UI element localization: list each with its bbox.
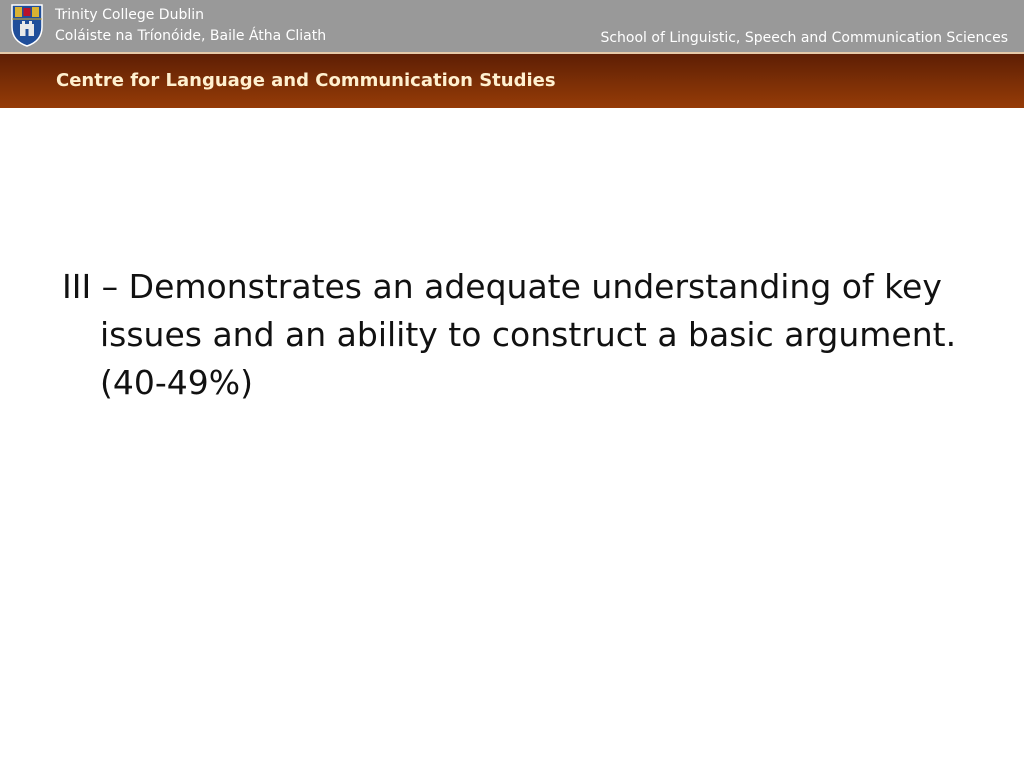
school-name: School of Linguistic, Speech and Communi… xyxy=(600,30,1008,46)
college-name-english: Trinity College Dublin xyxy=(55,7,205,23)
centre-banner: Centre for Language and Communication St… xyxy=(0,54,1024,108)
slide-content: III – Demonstrates an adequate understan… xyxy=(62,263,962,407)
centre-name: Centre for Language and Communication St… xyxy=(56,70,556,91)
college-name: Trinity College Dublin Coláiste na Tríon… xyxy=(55,5,326,47)
college-name-irish: Coláiste na Tríonóide, Baile Átha Cliath xyxy=(55,28,327,44)
slide-bullet-text: III – Demonstrates an adequate understan… xyxy=(62,267,957,402)
college-crest-icon xyxy=(11,4,43,47)
top-header-bar: Trinity College Dublin Coláiste na Tríon… xyxy=(0,0,1024,52)
